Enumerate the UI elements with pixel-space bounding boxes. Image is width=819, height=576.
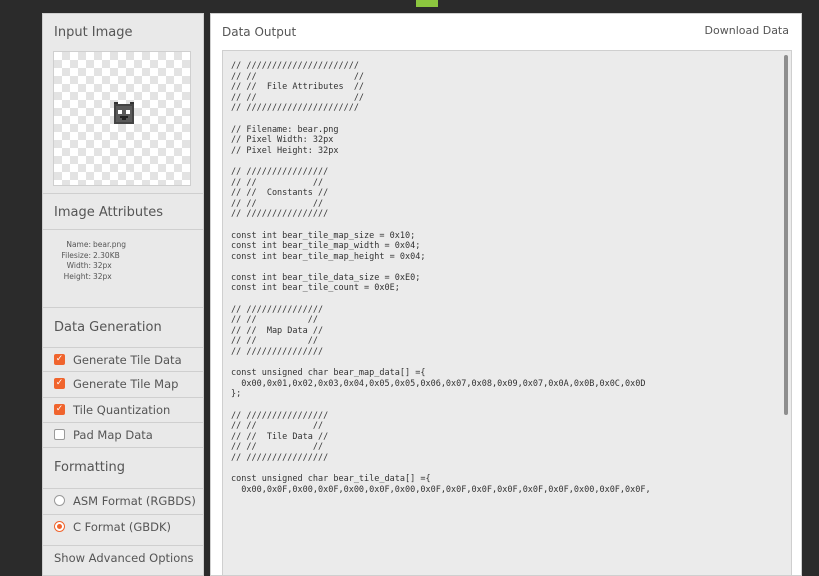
input-image-title: Input Image [54,25,133,40]
checkbox-label: Pad Map Data [73,427,153,442]
attribute-key: Height: [63,271,91,281]
radio-label: ASM Format (RGBDS) [73,493,196,508]
checkbox-checked-icon: ✓ [54,354,65,365]
attribute-value: 32px [93,271,112,281]
divider [43,229,203,230]
divider [43,447,203,448]
attribute-value: 32px [93,261,112,270]
generate-tile-data-checkbox[interactable]: ✓ Generate Tile Data [43,347,203,371]
attribute-key: Name: [66,240,91,249]
pad-map-data-checkbox[interactable]: Pad Map Data [43,422,203,446]
tile-quantization-checkbox[interactable]: ✓ Tile Quantization [43,397,203,421]
code-output-text: // ////////////////////// // // // // //… [231,61,651,495]
data-generation-title: Data Generation [54,320,162,335]
show-advanced-options-button[interactable]: Show Advanced Options [43,545,203,569]
formatting-title: Formatting [54,460,126,475]
code-scrollbar[interactable] [784,55,788,415]
radio-label: C Format (GBDK) [73,519,172,534]
data-output-panel: Data Output Download Data // ///////////… [210,13,802,576]
bear-sprite-icon [114,102,134,124]
image-attributes-title: Image Attributes [54,205,164,220]
checkbox-label: Generate Tile Map [73,376,179,391]
download-data-link[interactable]: Download Data [705,24,789,37]
checkbox-unchecked-icon [54,429,65,440]
radio-selected-icon [54,521,65,532]
radio-unselected-icon [54,495,65,506]
data-output-title: Data Output [222,25,297,39]
code-output-area[interactable]: // ////////////////////// // // // // //… [222,50,792,575]
attribute-filesize: Filesize: 2.30KB [43,250,203,262]
attribute-name: Name: bear.png [43,240,203,251]
attribute-key: Filesize: [61,250,91,260]
sidebar: Input Image Image Attributes Name: bear.… [42,13,204,576]
generate-tile-map-checkbox[interactable]: ✓ Generate Tile Map [43,371,203,395]
attribute-key: Width: [66,261,91,270]
divider [43,307,203,308]
c-format-radio[interactable]: C Format (GBDK) [43,514,203,538]
top-accent-bar [416,0,438,7]
attribute-height: Height: 32px [43,271,203,283]
checkbox-checked-icon: ✓ [54,378,65,389]
attribute-value: 2.30KB [93,250,120,260]
input-image-preview[interactable] [53,51,191,186]
asm-format-radio[interactable]: ASM Format (RGBDS) [43,488,203,512]
attribute-width: Width: 32px [43,261,203,272]
checkbox-label: Tile Quantization [73,402,171,417]
checkbox-label: Generate Tile Data [73,352,182,367]
checkbox-checked-icon: ✓ [54,404,65,415]
image-attributes-list: Name: bear.png Filesize: 2.30KB Width: 3… [43,240,203,283]
divider [43,193,203,194]
attribute-value: bear.png [93,240,127,249]
